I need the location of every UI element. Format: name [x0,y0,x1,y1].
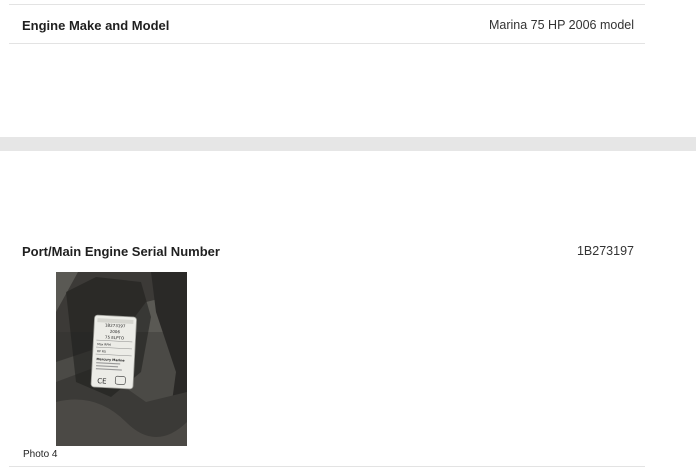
engine-make-model-value: Marina 75 HP 2006 model [489,18,634,32]
plate-year-text: 2006 [110,329,121,335]
serial-number-value: 1B273197 [576,244,634,258]
plate-model-text: 75 ELPTO [105,335,124,341]
engine-serial-plate-photo[interactable]: 1B273197 2006 75 ELPTO Max RPM HP RS Mer… [56,272,187,446]
plate-rpm-text: Max RPM [97,342,111,347]
plate-hp-text: HP RS [97,349,106,353]
section-divider [0,137,696,151]
row-divider [9,466,645,467]
serial-number-label: Port/Main Engine Serial Number [22,244,220,259]
plate-ce-mark: CE [97,377,107,385]
engine-info-card: Engine Make and Model Marina 75 HP 2006 … [0,0,696,137]
row-divider [9,4,645,5]
engine-make-model-label: Engine Make and Model [22,18,170,33]
photo-caption: Photo 4 [23,449,58,460]
row-divider [9,43,645,44]
